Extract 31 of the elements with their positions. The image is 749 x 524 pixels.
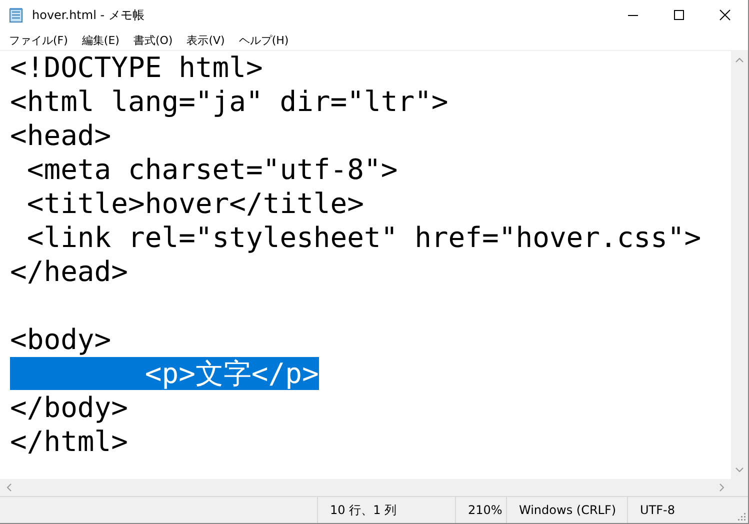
line-ending: Windows (CRLF)	[519, 503, 616, 517]
notepad-icon	[8, 7, 24, 23]
close-icon	[719, 9, 731, 21]
menu-item[interactable]: ファイル(F)	[2, 30, 75, 50]
code-line: <!DOCTYPE html>	[10, 51, 263, 84]
resize-grip-icon[interactable]	[736, 511, 746, 521]
scroll-right-icon[interactable]	[719, 483, 725, 492]
scroll-left-icon[interactable]	[6, 483, 12, 492]
menu-item[interactable]: ヘルプ(H)	[232, 30, 296, 50]
code-line: <meta charset="utf-8">	[26, 153, 398, 186]
code-line: </html>	[10, 425, 128, 458]
menu-item[interactable]: 編集(E)	[74, 30, 126, 50]
code-line: <html lang="ja" dir="ltr">	[10, 85, 448, 118]
scroll-down-icon[interactable]	[735, 467, 744, 473]
vertical-scrollbar[interactable]	[731, 51, 748, 479]
code-line: <body>	[10, 323, 112, 356]
code-line: <title>hover</title>	[26, 187, 364, 220]
horizontal-scrollbar[interactable]	[0, 479, 731, 496]
scroll-up-icon[interactable]	[735, 57, 744, 63]
menu-item[interactable]: 書式(O)	[126, 30, 180, 50]
code-line: <head>	[10, 119, 112, 152]
code-line: </body>	[10, 391, 128, 424]
text-editor[interactable]: <!DOCTYPE html> <html lang="ja" dir="ltr"> <head> <meta charset="utf-8"> <title>hover</title> <link rel="stylesheet" href="hover.css"> </head> <body> <p>文字</p> </body> </html>	[0, 51, 731, 479]
code-line: <link rel="stylesheet" href="hover.css">	[26, 221, 702, 254]
encoding: UTF-8	[640, 503, 675, 517]
window-title: hover.html - メモ帳	[32, 6, 146, 24]
zoom-level: 210%	[468, 503, 502, 517]
cursor-position: 10 行、1 列	[330, 502, 397, 518]
menu-item[interactable]: 表示(V)	[180, 30, 232, 50]
maximize-icon	[673, 9, 685, 21]
code-line: </head>	[10, 255, 128, 288]
